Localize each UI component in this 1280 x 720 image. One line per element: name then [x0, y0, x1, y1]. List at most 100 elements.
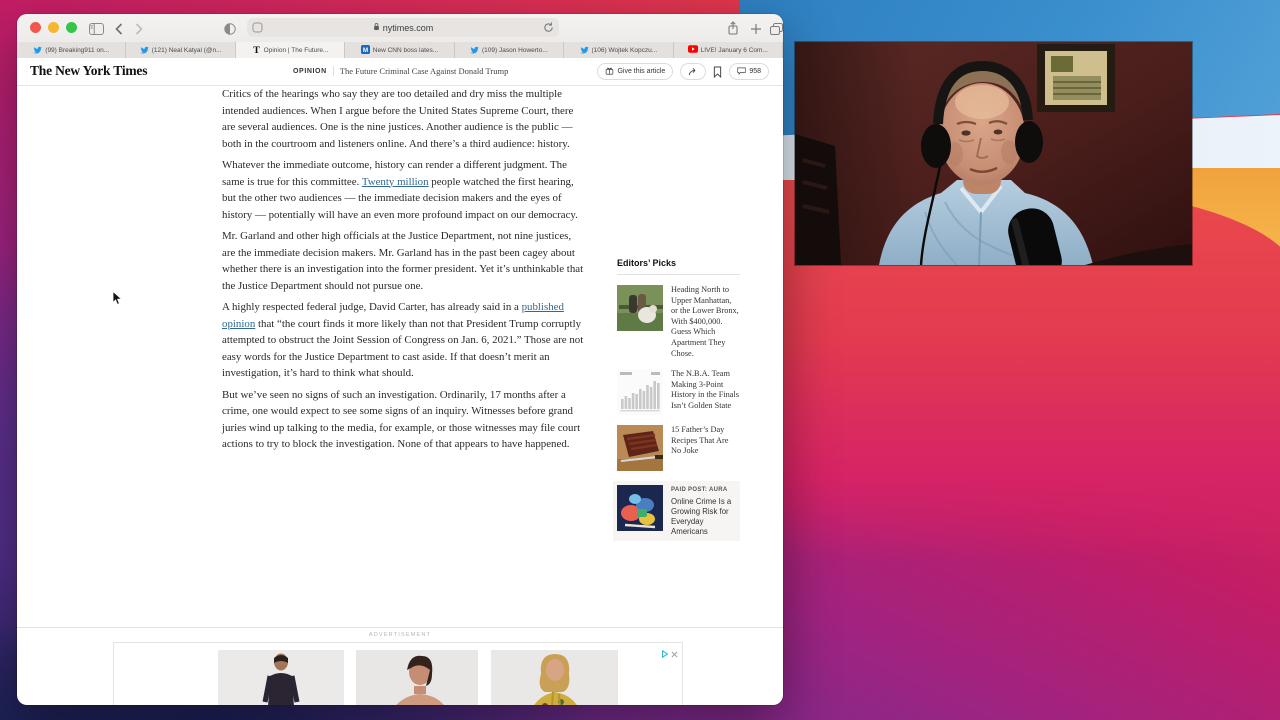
nyt-header: The New York Times OPINION The Future Cr…: [17, 58, 783, 86]
tab-bar: (99) Breaking911 on... (121) Neal Katyal …: [17, 42, 783, 58]
url-text: nytimes.com: [382, 22, 434, 33]
page-title: The Future Criminal Case Against Donald …: [339, 66, 509, 76]
browser-tab[interactable]: (99) Breaking911 on...: [17, 42, 127, 58]
share-button-icon[interactable]: [727, 21, 739, 40]
adchoices-icon[interactable]: [661, 645, 669, 663]
article-text: Critics of the hearings who say they are…: [222, 88, 574, 150]
breadcrumb: OPINION The Future Criminal Case Against…: [293, 66, 508, 76]
pick-headline: Heading North to Upper Manhattan, or the…: [671, 285, 739, 358]
divider: [17, 627, 783, 628]
editors-picks-title: Editors’ Picks: [617, 258, 740, 275]
article-paragraph: A highly respected federal judge, David …: [222, 299, 585, 382]
twitter-favicon-icon: [579, 45, 589, 56]
article-paragraph: But we’ve seen no signs of such an inves…: [222, 387, 585, 453]
sidebar-toggle-icon[interactable]: [89, 22, 104, 40]
webcam-video-overlay: [795, 42, 1192, 265]
ad-model-panel[interactable]: [356, 650, 478, 705]
site-settings-icon[interactable]: [252, 22, 263, 35]
comments-count: 958: [749, 68, 761, 75]
article-text: Mr. Garland and other high officials at …: [222, 230, 584, 292]
editors-pick-paid-post[interactable]: PAID POST: AURA Online Crime Is a Growing…: [613, 481, 740, 542]
new-tab-button-icon[interactable]: [750, 22, 762, 40]
ribs-thumbnail: [617, 425, 663, 472]
svg-text:T: T: [253, 45, 260, 54]
browser-tab[interactable]: (121) Neal Katyal (@n...: [126, 42, 236, 58]
chart-thumbnail: [617, 369, 663, 416]
advertisement-label: ADVERTISEMENT: [368, 632, 432, 638]
editors-pick-item[interactable]: The N.B.A. Team Making 3-Point History i…: [617, 369, 740, 416]
editors-pick-item[interactable]: Heading North to Upper Manhattan, or the…: [617, 285, 740, 359]
article-paragraph: Mr. Garland and other high officials at …: [222, 228, 585, 294]
ad-close-icon[interactable]: [671, 645, 678, 663]
reload-icon[interactable]: [543, 22, 554, 35]
give-article-label: Give this article: [617, 68, 666, 75]
browser-tab[interactable]: LIVE! January 6 Com...: [673, 42, 783, 58]
editors-picks: Editors’ Picks Heading North to Upper Ma…: [613, 258, 740, 542]
desktop: nytimes.com (99) Breaking911 on... (121) …: [0, 0, 1280, 720]
safari-window: nytimes.com (99) Breaking911 on... (121) …: [17, 14, 783, 705]
tab-label: New CNN boss lates...: [372, 46, 439, 54]
comment-bubble-icon: [737, 67, 746, 77]
comments-button[interactable]: 958: [729, 63, 769, 80]
bookmark-icon: [714, 66, 722, 78]
tab-label: (99) Breaking911 on...: [45, 46, 110, 54]
ad-model-panel[interactable]: [491, 650, 618, 705]
article-text: A highly respected federal judge, David …: [222, 301, 522, 313]
mouse-cursor: [112, 290, 123, 311]
give-article-button[interactable]: Give this article: [597, 63, 674, 80]
browser-tab[interactable]: (109) Jason Howerto...: [454, 42, 565, 58]
twitter-favicon-icon: [140, 45, 149, 56]
minimize-button[interactable]: [48, 22, 59, 33]
article-text: But we’ve seen no signs of such an inves…: [222, 388, 581, 451]
ad-model-yellow-top: [491, 650, 618, 705]
share-article-button[interactable]: [680, 63, 707, 80]
tab-label: Opinion | The Future...: [263, 46, 329, 54]
article-paragraph: Whatever the immediate outcome, history …: [222, 157, 585, 223]
article-paragraph: Critics of the hearings who say they are…: [222, 86, 585, 152]
browser-tab[interactable]: T Opinion | The Future...: [235, 42, 346, 58]
pick-headline: The N.B.A. Team Making 3-Point History i…: [671, 369, 739, 410]
nyt-logo[interactable]: The New York Times: [30, 63, 147, 79]
twitter-favicon-icon: [33, 45, 43, 56]
pick-headline: PAID POST: AURA Online Crime Is a Growing…: [671, 485, 736, 537]
twitter-favicon-icon: [470, 45, 479, 56]
close-button[interactable]: [30, 22, 41, 33]
article-text: that “the court finds it more likely tha…: [222, 317, 584, 380]
gift-icon: [605, 66, 614, 77]
tab-label: LIVE! January 6 Com...: [700, 46, 768, 54]
ad-model-panel[interactable]: [218, 650, 344, 705]
zoom-button[interactable]: [66, 22, 77, 33]
editors-picks-list: Heading North to Upper Manhattan, or the…: [613, 285, 740, 542]
forward-button-icon[interactable]: [135, 22, 143, 40]
tab-label: (109) Jason Howerto...: [482, 46, 548, 54]
ad-model-bare-shoulders: [356, 650, 478, 705]
back-button-icon[interactable]: [115, 22, 123, 40]
address-bar[interactable]: nytimes.com: [247, 18, 559, 37]
paid-post-kicker: PAID POST: AURA: [671, 487, 728, 494]
youtube-favicon-icon: [687, 45, 698, 55]
pick-headline: 15 Father’s Day Recipes That Are No Joke: [671, 425, 729, 456]
titlebar[interactable]: nytimes.com: [17, 14, 783, 43]
couple-dog-thumbnail: [617, 285, 663, 331]
divider: [332, 66, 334, 76]
tab-overview-icon[interactable]: [770, 22, 783, 40]
browser-tab[interactable]: M New CNN boss lates...: [345, 42, 455, 58]
editors-pick-item[interactable]: 15 Father’s Day Recipes That Are No Joke: [617, 425, 740, 472]
lock-icon: [373, 22, 380, 33]
share-arrow-icon: [688, 67, 696, 76]
webcam-speaker-man: [795, 42, 1192, 265]
save-article-button[interactable]: [713, 66, 722, 78]
aura-thumbnail: [617, 485, 663, 532]
ad-model-dark-dress: [218, 650, 344, 705]
ad-banner[interactable]: [113, 642, 683, 705]
mediaite-favicon-icon: M: [360, 44, 370, 56]
tab-label: (106) Wojtek Kopczu...: [591, 46, 658, 54]
article-body: Critics of the hearings who say they are…: [222, 86, 585, 458]
article-link[interactable]: Twenty million: [362, 176, 429, 188]
svg-text:M: M: [363, 47, 368, 54]
browser-tab[interactable]: (106) Wojtek Kopczu...: [564, 42, 674, 58]
nyt-favicon-icon: T: [252, 44, 261, 56]
tab-label: (121) Neal Katyal (@n...: [151, 46, 222, 54]
section-kicker[interactable]: OPINION: [293, 68, 327, 75]
privacy-report-icon[interactable]: [224, 22, 236, 40]
